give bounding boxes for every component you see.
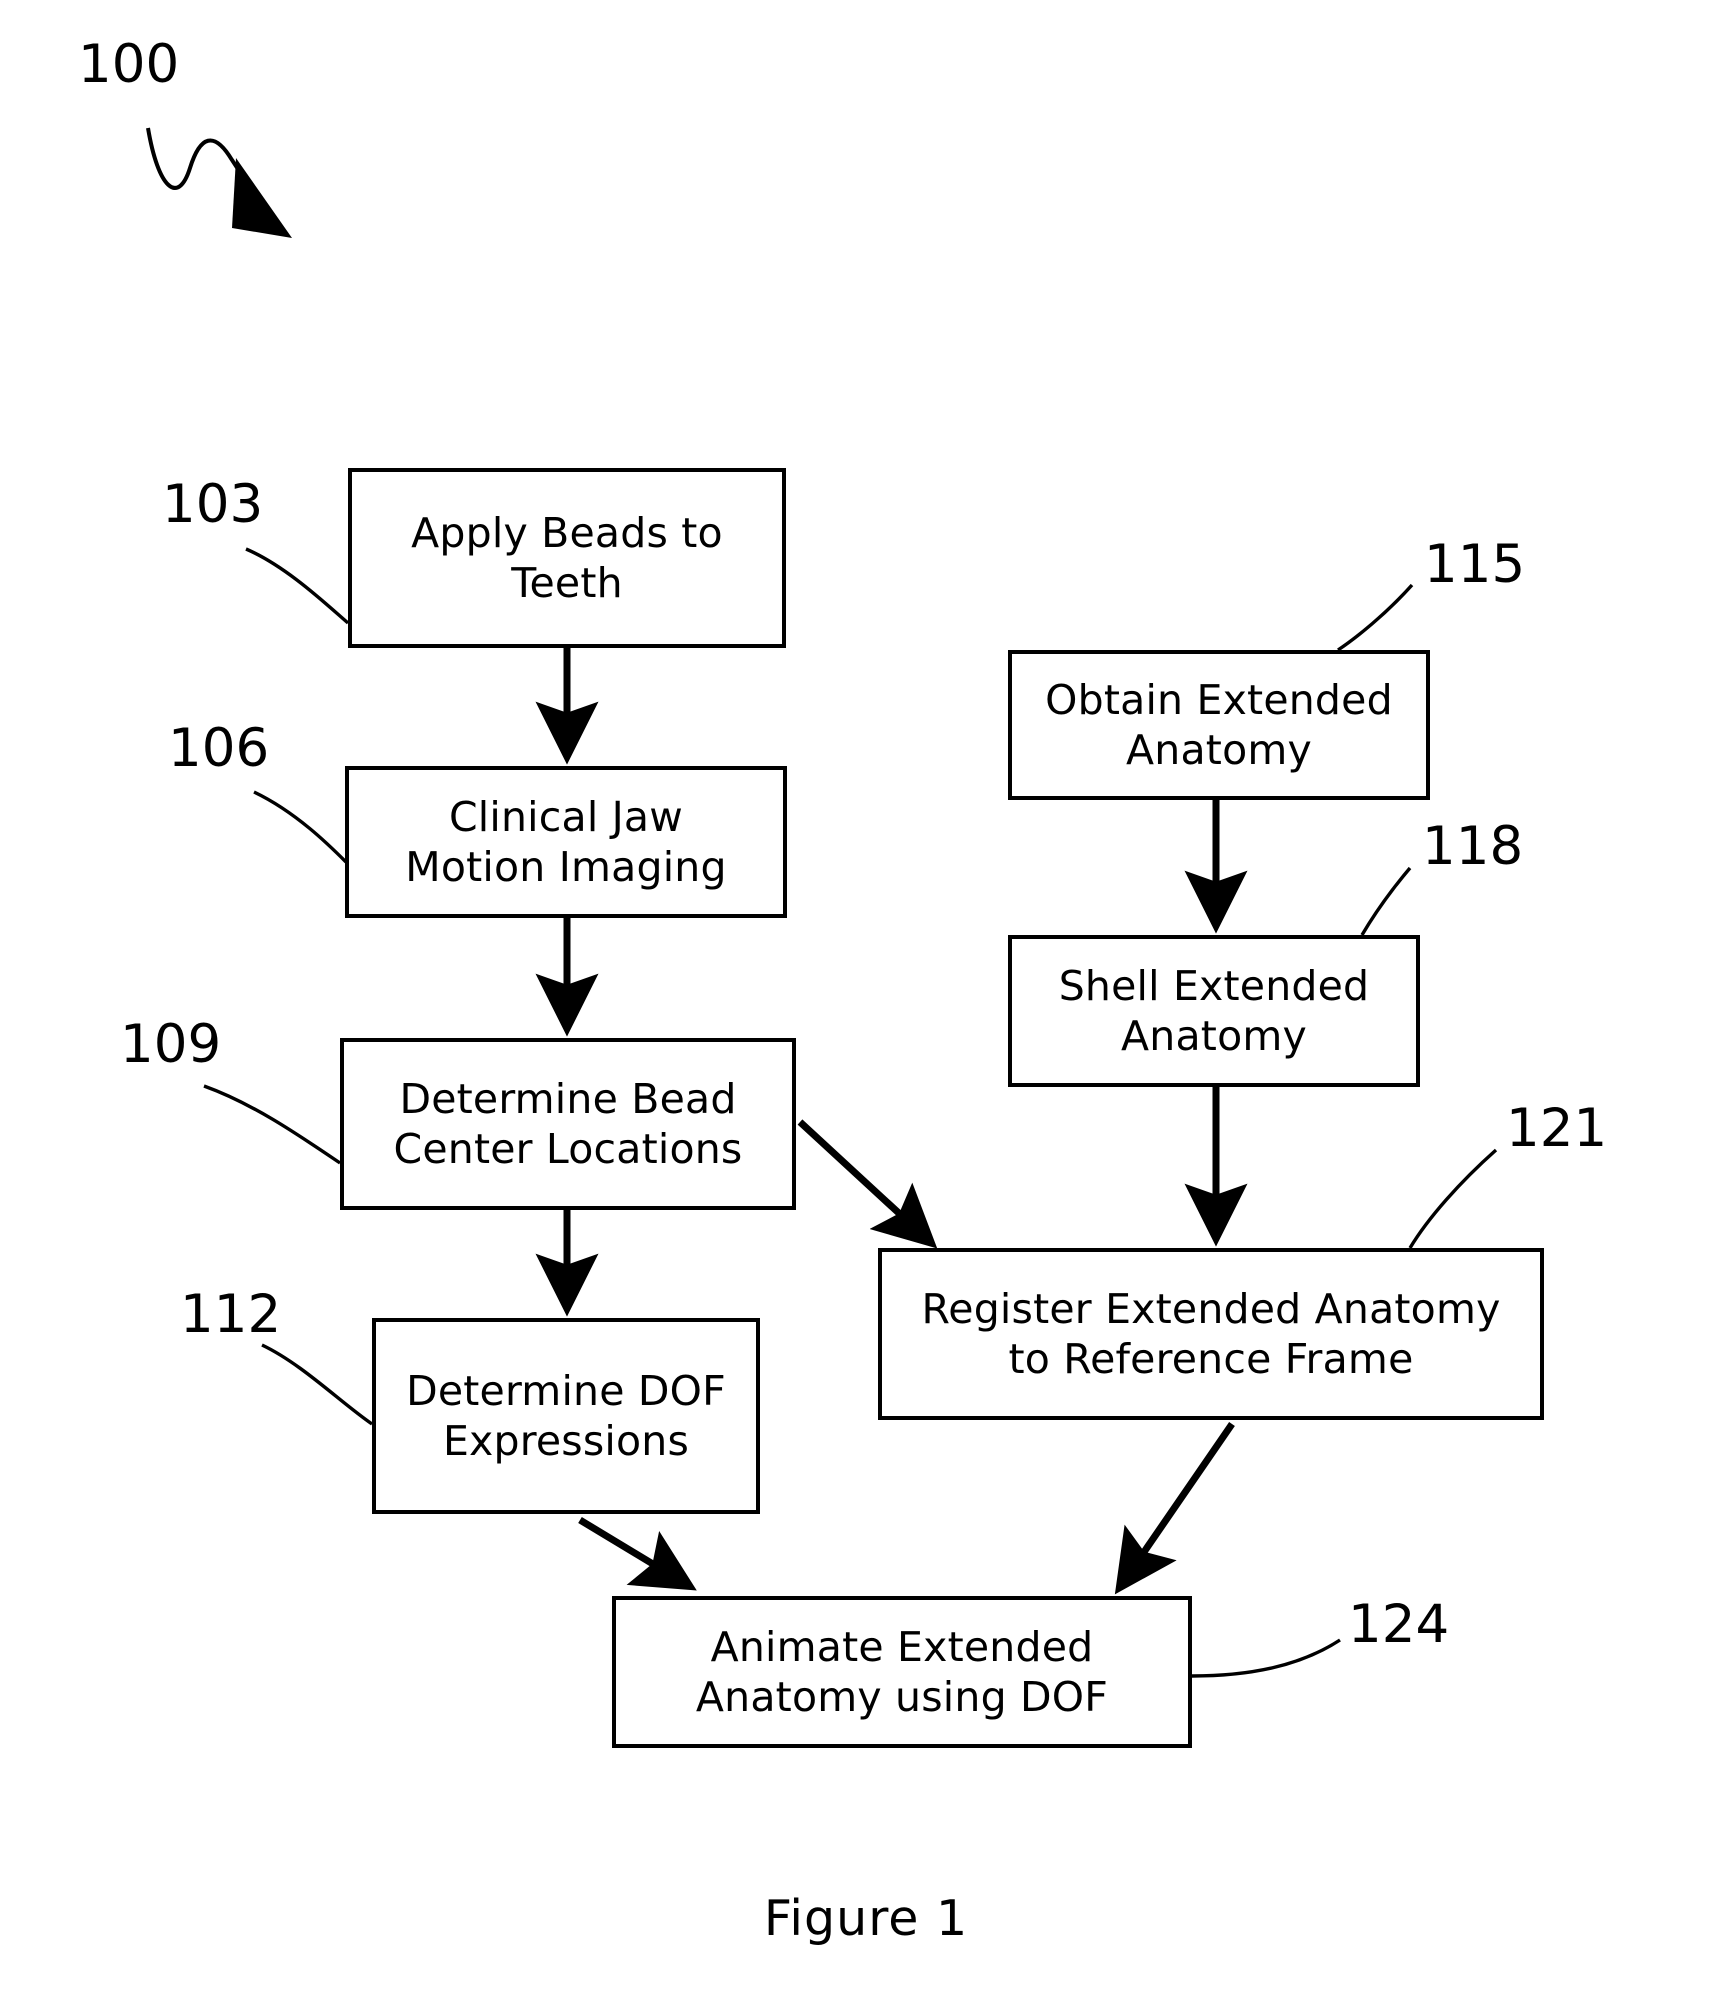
ref-numeral-121: 121	[1506, 1098, 1608, 1159]
leader-112	[261, 1343, 373, 1426]
node-register-extended-anatomy[interactable]: Register Extended Anatomy to Reference F…	[878, 1248, 1544, 1420]
leader-121	[1408, 1148, 1498, 1249]
node-clinical-jaw-motion-imaging[interactable]: Clinical Jaw Motion Imaging	[345, 766, 787, 918]
node-label-apply-beads: Apply Beads to Teeth	[411, 508, 723, 607]
node-shell-extended-anatomy[interactable]: Shell Extended Anatomy	[1008, 935, 1420, 1087]
figure-ref-leader	[146, 127, 292, 238]
node-determine-dof-expressions[interactable]: Determine DOF Expressions	[372, 1318, 760, 1514]
ref-numeral-100: 100	[78, 34, 180, 95]
ref-numeral-118: 118	[1422, 816, 1524, 877]
node-label-determine-bead-center-locations: Determine Bead Center Locations	[393, 1074, 743, 1173]
arrow-bead-centers-to-register	[797, 1119, 938, 1249]
node-label-determine-dof-expressions: Determine DOF Expressions	[406, 1366, 726, 1465]
node-label-animate-extended-anatomy: Animate Extended Anatomy using DOF	[695, 1622, 1109, 1721]
node-obtain-extended-anatomy[interactable]: Obtain Extended Anatomy	[1008, 650, 1430, 800]
node-apply-beads[interactable]: Apply Beads to Teeth	[348, 468, 786, 648]
node-label-shell-extended-anatomy: Shell Extended Anatomy	[1058, 961, 1370, 1060]
patent-flowchart-figure: Apply Beads to Teeth Clinical Jaw Motion…	[0, 0, 1732, 2016]
figure-caption: Figure 1	[763, 1890, 969, 1947]
ref-numeral-124: 124	[1348, 1594, 1450, 1655]
node-label-register-extended-anatomy: Register Extended Anatomy to Reference F…	[921, 1284, 1501, 1383]
ref-numeral-115: 115	[1424, 534, 1526, 595]
leader-118	[1360, 866, 1412, 936]
leader-103	[245, 547, 350, 625]
ref-numeral-109: 109	[120, 1014, 222, 1075]
node-label-obtain-extended-anatomy: Obtain Extended Anatomy	[1045, 675, 1393, 774]
leader-109	[203, 1084, 341, 1165]
ref-numeral-103: 103	[162, 474, 264, 535]
leader-115	[1337, 583, 1414, 652]
ref-numeral-112: 112	[180, 1284, 282, 1345]
arrow-dof-to-animate	[578, 1517, 697, 1591]
node-animate-extended-anatomy[interactable]: Animate Extended Anatomy using DOF	[612, 1596, 1192, 1748]
node-determine-bead-center-locations[interactable]: Determine Bead Center Locations	[340, 1038, 796, 1210]
arrow-register-to-animate	[1114, 1422, 1235, 1595]
node-label-clinical-jaw-motion-imaging: Clinical Jaw Motion Imaging	[405, 792, 727, 891]
leader-124	[1191, 1638, 1341, 1678]
leader-106	[253, 790, 348, 864]
ref-numeral-106: 106	[168, 718, 270, 779]
